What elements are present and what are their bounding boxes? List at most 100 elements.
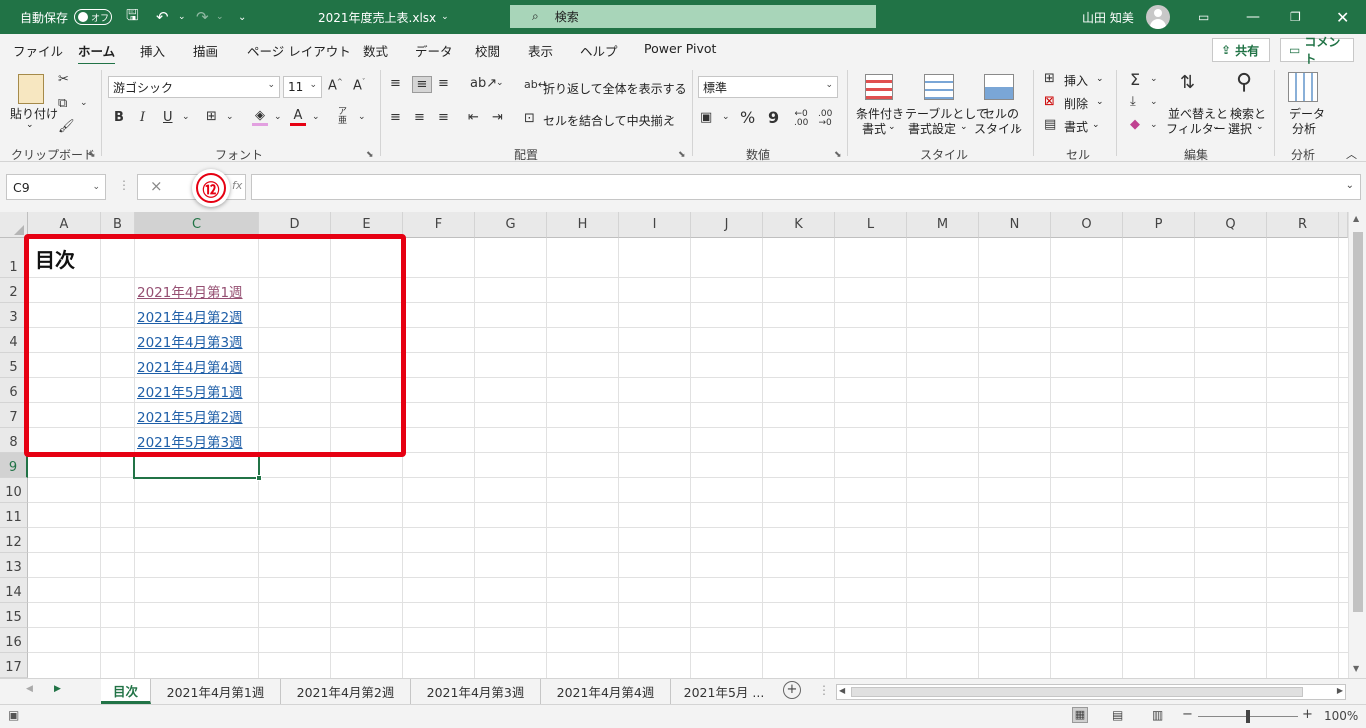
autosum-dropdown-icon[interactable]: ⌄ <box>1150 74 1158 84</box>
font-size-box[interactable]: 11 ⌄ <box>283 76 322 98</box>
underline-icon[interactable]: U <box>163 110 173 125</box>
row-header-17[interactable]: 17 <box>0 653 28 678</box>
sort-filter-icon[interactable]: ⇅ <box>1180 72 1195 93</box>
redo-icon[interactable]: ↷ <box>196 0 209 34</box>
conditional-formatting-dropdown-icon[interactable]: ⌄ <box>888 122 896 132</box>
accounting-format-icon[interactable]: ▣ <box>700 110 712 125</box>
tab-review[interactable]: 校閲 <box>475 41 500 60</box>
row-header-15[interactable]: 15 <box>0 603 28 628</box>
percent-icon[interactable]: % <box>740 108 755 127</box>
row-header-13[interactable]: 13 <box>0 553 28 578</box>
underline-dropdown-icon[interactable]: ⌄ <box>182 112 190 122</box>
macro-record-icon[interactable]: ▣ <box>8 708 19 722</box>
normal-view-icon[interactable]: ▦ <box>1072 707 1088 723</box>
font-name-box[interactable]: 游ゴシック ⌄ <box>108 76 280 98</box>
column-header-f[interactable]: F <box>403 212 475 238</box>
tab-page-layout[interactable]: ページ レイアウト <box>247 41 351 60</box>
page-break-view-icon[interactable]: ▥ <box>1152 708 1163 722</box>
font-launcher-icon[interactable]: ⬊ <box>366 150 374 160</box>
sheet-tab-apr-week2[interactable]: 2021年4月第2週 <box>281 679 411 704</box>
column-header-p[interactable]: P <box>1123 212 1195 238</box>
fill-handle[interactable] <box>256 475 262 481</box>
search-box[interactable]: ⌕ 検索 <box>510 5 876 28</box>
number-launcher-icon[interactable]: ⬊ <box>834 150 842 160</box>
tab-scroll-left-icon[interactable]: ◀ <box>26 684 33 694</box>
cell-styles-dropdown-icon[interactable]: ⌄ <box>1014 122 1022 132</box>
copy-dropdown-icon[interactable]: ⌄ <box>80 98 88 108</box>
delete-cells-button[interactable]: 削除 <box>1064 95 1088 112</box>
decrease-decimal-icon[interactable]: .00 →0 <box>818 110 832 128</box>
close-icon[interactable]: ✕ <box>1336 0 1349 34</box>
format-cells-dropdown-icon[interactable]: ⌄ <box>1092 120 1100 130</box>
comment-button[interactable]: ▭ コメント <box>1280 35 1354 66</box>
customize-qat-icon[interactable]: ⌄ <box>238 0 246 34</box>
tab-draw[interactable]: 描画 <box>193 41 218 60</box>
sort-filter-dropdown-icon[interactable]: ⌄ <box>1212 122 1220 132</box>
clear-dropdown-icon[interactable]: ⌄ <box>1150 120 1158 130</box>
find-select-label-2[interactable]: 選択 <box>1228 120 1252 137</box>
zoom-slider-thumb[interactable] <box>1246 710 1250 723</box>
tab-power-pivot[interactable]: Power Pivot <box>644 41 716 56</box>
restore-icon[interactable]: ❐ <box>1290 0 1301 34</box>
ribbon-display-icon[interactable]: ▭ <box>1198 0 1209 34</box>
format-as-table-icon[interactable] <box>924 74 954 100</box>
autosave-toggle[interactable]: オフ <box>74 9 113 25</box>
increase-indent-icon[interactable]: ⇥ <box>492 110 503 125</box>
minimize-icon[interactable]: — <box>1246 0 1260 34</box>
align-middle-icon[interactable]: ≡ <box>412 76 432 93</box>
sheet-tab-apr-week3[interactable]: 2021年4月第3週 <box>411 679 541 704</box>
insert-cells-button[interactable]: 挿入 <box>1064 72 1088 89</box>
zoom-in-button[interactable]: + <box>1302 707 1313 722</box>
row-header-16[interactable]: 16 <box>0 628 28 653</box>
column-header-o[interactable]: O <box>1051 212 1123 238</box>
align-bottom-icon[interactable]: ≡ <box>438 76 449 91</box>
fill-icon[interactable]: ⤓ <box>1130 94 1136 109</box>
horizontal-scroll-thumb[interactable] <box>851 687 1303 697</box>
name-box[interactable]: C9 ⌄ <box>6 174 106 200</box>
row-header-12[interactable]: 12 <box>0 528 28 553</box>
tab-data[interactable]: データ <box>415 41 453 60</box>
conditional-formatting-label-2[interactable]: 書式 <box>862 120 886 137</box>
scroll-up-icon[interactable]: ▲ <box>1353 214 1359 223</box>
conditional-formatting-icon[interactable] <box>865 74 893 100</box>
format-painter-icon[interactable]: 🖌 <box>58 119 75 134</box>
cell-styles-icon[interactable] <box>984 74 1014 100</box>
decrease-indent-icon[interactable]: ⇤ <box>468 110 479 125</box>
user-name[interactable]: 山田 知美 <box>1082 0 1134 34</box>
insert-function-icon[interactable]: fx <box>232 179 242 192</box>
worksheet-grid[interactable]: A B C D E F G H I J K L M N O P Q R 1 2 … <box>0 212 1366 678</box>
paste-label[interactable]: 貼り付け <box>10 105 58 122</box>
accounting-format-dropdown-icon[interactable]: ⌄ <box>722 112 730 122</box>
file-name[interactable]: 2021年度売上表.xlsx ⌄ <box>318 0 449 34</box>
horizontal-scrollbar[interactable]: ◀ ▶ <box>836 684 1346 700</box>
analyze-data-label-2[interactable]: 分析 <box>1292 120 1316 137</box>
number-format-box[interactable]: 標準 ⌄ <box>698 76 838 98</box>
font-color-dropdown-icon[interactable]: ⌄ <box>312 112 320 122</box>
delete-cells-dropdown-icon[interactable]: ⌄ <box>1096 97 1104 107</box>
sheet-tab-may-week1[interactable]: 2021年5月 ... <box>671 679 777 704</box>
merge-center-icon[interactable]: ⊡ <box>524 111 535 126</box>
align-right-icon[interactable]: ≡ <box>438 110 449 125</box>
row-header-11[interactable]: 11 <box>0 503 28 528</box>
tab-insert[interactable]: 挿入 <box>140 41 165 60</box>
column-header-q[interactable]: Q <box>1195 212 1267 238</box>
sheet-tab-apr-week1[interactable]: 2021年4月第1週 <box>151 679 281 704</box>
find-select-icon[interactable]: ⚲ <box>1236 70 1252 95</box>
orientation-icon[interactable]: ab↗ <box>470 76 497 91</box>
column-header-j[interactable]: J <box>691 212 763 238</box>
cancel-icon[interactable]: × <box>150 177 163 195</box>
row-header-10[interactable]: 10 <box>0 478 28 503</box>
phonetic-icon[interactable]: ア亜 <box>338 108 347 126</box>
merge-center-button[interactable]: セルを結合して中央揃え <box>543 112 675 129</box>
sheet-tab-apr-week4[interactable]: 2021年4月第4週 <box>541 679 671 704</box>
sheet-tab-toc[interactable]: 目次 <box>101 679 151 704</box>
bold-icon[interactable]: B <box>114 110 124 125</box>
delete-cells-icon[interactable]: ⊠ <box>1044 94 1055 109</box>
column-header-l[interactable]: L <box>835 212 907 238</box>
zoom-out-button[interactable]: − <box>1182 707 1193 722</box>
merge-center-dropdown-icon[interactable]: ⌄ <box>668 112 676 122</box>
autosave[interactable]: 自動保存 オフ <box>20 0 113 34</box>
tab-home[interactable]: ホーム <box>78 41 116 66</box>
row-header-14[interactable]: 14 <box>0 578 28 603</box>
vertical-scrollbar[interactable]: ▲ ▼ <box>1348 212 1366 678</box>
